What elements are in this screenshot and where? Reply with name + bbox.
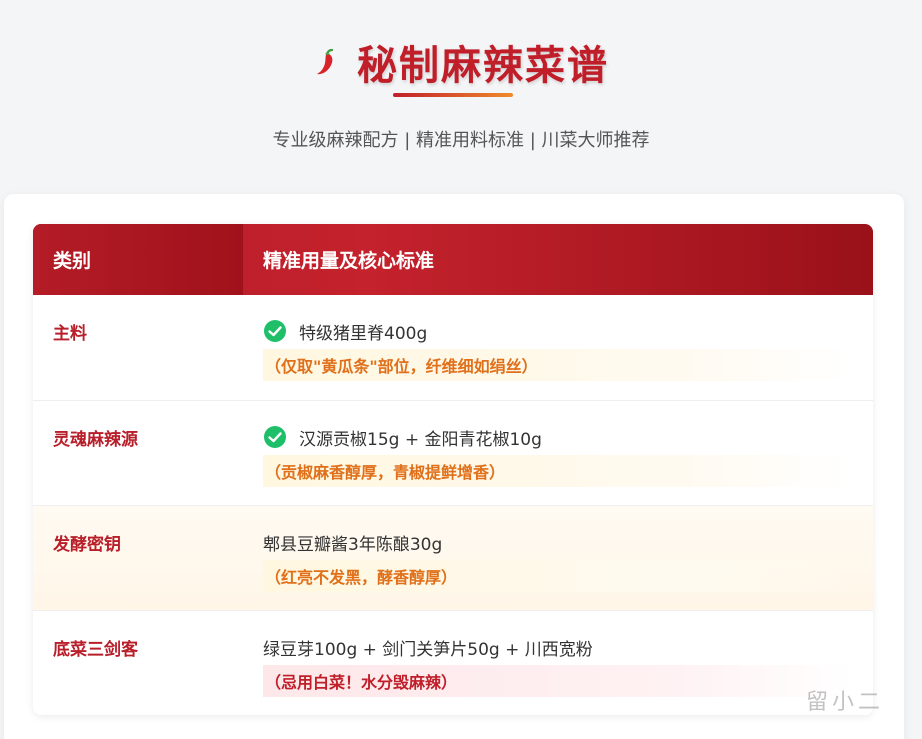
table-row: 发酵密钥 郫县豆瓣酱3年陈酿30g （红亮不发黑，酵香醇厚） <box>33 505 873 610</box>
recipe-table: 类别 精准用量及核心标准 主料 特级猪里脊400g （仅取"黄瓜条"部位，纤维细… <box>33 224 873 715</box>
row-main-line: 绿豆芽100g + 剑门关笋片50g + 川西宽粉 <box>263 635 873 660</box>
row-note: （贡椒麻香醇厚，青椒提鲜增香） <box>263 455 853 487</box>
row-main-line: 郫县豆瓣酱3年陈酿30g <box>263 530 873 555</box>
row-category: 主料 <box>53 324 87 344</box>
table-row: 主料 特级猪里脊400g （仅取"黄瓜条"部位，纤维细如绢丝） <box>33 295 873 400</box>
watermark: 留小二 <box>806 690 885 715</box>
chili-pepper-icon <box>317 48 334 75</box>
row-category: 灵魂麻辣源 <box>53 430 138 450</box>
row-note-warning: （忌用白菜！水分毁麻辣） <box>263 665 853 697</box>
column-header-category: 类别 <box>33 224 243 295</box>
check-circle-icon <box>264 320 286 342</box>
check-circle-icon <box>264 426 286 448</box>
row-category: 底菜三剑客 <box>53 640 138 660</box>
row-note: （红亮不发黑，酵香醇厚） <box>263 560 853 592</box>
title-row: 秘制麻辣菜谱 <box>0 34 922 90</box>
row-content: 汉源贡椒15g + 金阳青花椒10g <box>299 429 542 450</box>
row-content: 郫县豆瓣酱3年陈酿30g <box>263 534 443 555</box>
page-subtitle: 专业级麻辣配方 | 精准用料标准 | 川菜大师推荐 <box>272 130 650 151</box>
row-content: 绿豆芽100g + 剑门关笋片50g + 川西宽粉 <box>263 639 593 660</box>
column-header-standard: 精准用量及核心标准 <box>263 250 435 272</box>
page-title: 秘制麻辣菜谱 <box>357 43 609 89</box>
row-main-line: 汉源贡椒15g + 金阳青花椒10g <box>263 425 873 450</box>
row-standard: 汉源贡椒15g + 金阳青花椒10g （贡椒麻香醇厚，青椒提鲜增香） <box>243 401 873 505</box>
row-category: 发酵密钥 <box>53 535 121 555</box>
row-note: （仅取"黄瓜条"部位，纤维细如绢丝） <box>263 349 853 381</box>
row-standard: 绿豆芽100g + 剑门关笋片50g + 川西宽粉 （忌用白菜！水分毁麻辣） <box>243 611 873 715</box>
row-main-line: 特级猪里脊400g <box>263 319 873 344</box>
table-row: 底菜三剑客 绿豆芽100g + 剑门关笋片50g + 川西宽粉 （忌用白菜！水分… <box>33 610 873 715</box>
row-content: 特级猪里脊400g <box>299 323 428 344</box>
table-header: 类别 精准用量及核心标准 <box>33 224 873 295</box>
page-header: 秘制麻辣菜谱 专业级麻辣配方 | 精准用料标准 | 川菜大师推荐 <box>0 0 922 190</box>
row-standard: 郫县豆瓣酱3年陈酿30g （红亮不发黑，酵香醇厚） <box>243 506 873 610</box>
title-underline <box>393 93 513 97</box>
row-standard: 特级猪里脊400g （仅取"黄瓜条"部位，纤维细如绢丝） <box>243 295 873 400</box>
table-row: 灵魂麻辣源 汉源贡椒15g + 金阳青花椒10g （贡椒麻香醇厚，青椒提鲜增香） <box>33 400 873 505</box>
